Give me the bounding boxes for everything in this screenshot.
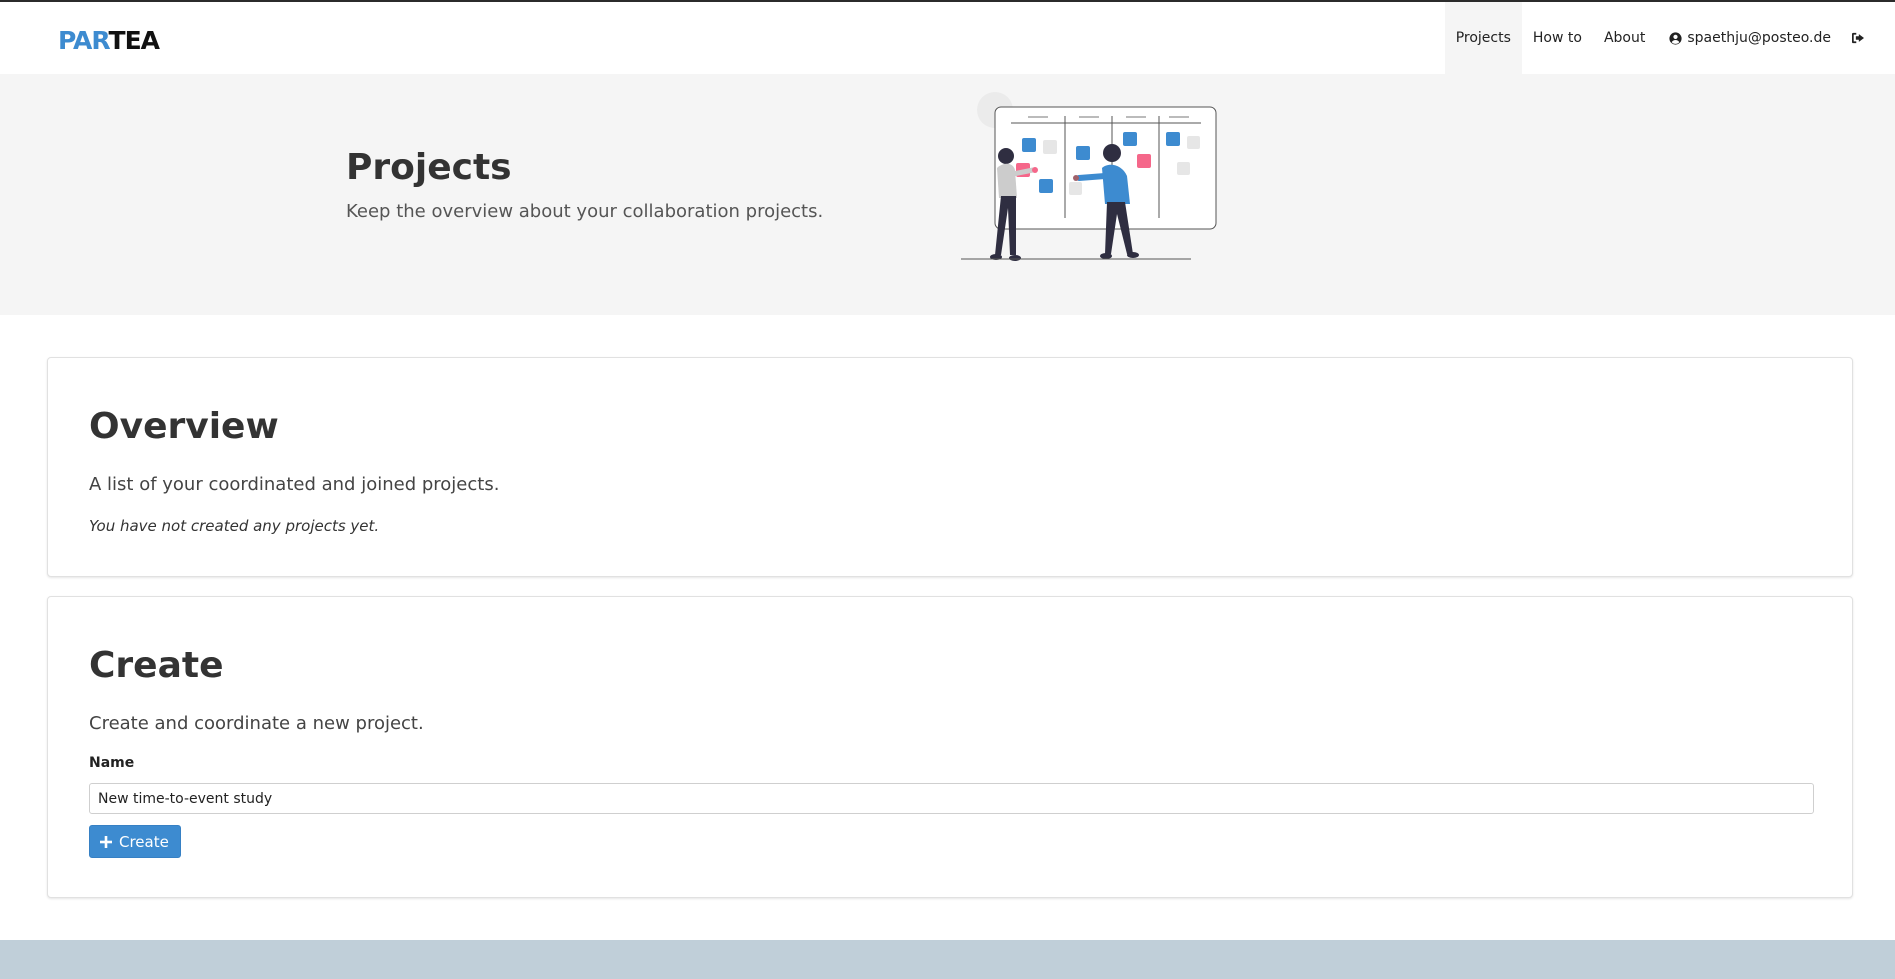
- user-circle-icon: [1669, 31, 1682, 45]
- create-button-label: Create: [119, 832, 169, 851]
- overview-lead: A list of your coordinated and joined pr…: [89, 474, 500, 495]
- project-name-label: Name: [89, 755, 135, 771]
- page-subtitle: Keep the overview about your collaborati…: [346, 201, 824, 222]
- plus-icon: [100, 835, 112, 848]
- nav-item-about[interactable]: About: [1593, 2, 1656, 74]
- sign-out-icon: [1852, 32, 1864, 44]
- empty-projects-note: You have not created any projects yet.: [89, 517, 380, 535]
- main-nav: Projects How to About spaethju@posteo.de: [1444, 2, 1895, 74]
- create-lead: Create and coordinate a new project.: [89, 713, 424, 734]
- nav-item-projects[interactable]: Projects: [1444, 2, 1522, 74]
- create-project-button[interactable]: Create: [89, 825, 181, 858]
- navbar: PARTEA Projects How to About spaethju@po…: [0, 2, 1895, 74]
- brand-part-1: PAR: [58, 26, 110, 55]
- create-title: Create: [89, 645, 224, 686]
- overview-card: Overview A list of your coordinated and …: [47, 357, 1853, 577]
- brand-part-2: TEA: [108, 26, 160, 55]
- nav-user-account[interactable]: spaethju@posteo.de: [1656, 2, 1843, 74]
- project-name-input[interactable]: [89, 783, 1814, 814]
- brand-logo[interactable]: PARTEA: [58, 26, 160, 56]
- kanban-board-illustration: [961, 92, 1217, 261]
- page-footer: [0, 940, 1895, 979]
- nav-item-how-to[interactable]: How to: [1522, 2, 1593, 74]
- create-card: Create Create and coordinate a new proje…: [47, 596, 1853, 898]
- page-title: Projects: [346, 147, 512, 188]
- hero-banner: Projects Keep the overview about your co…: [0, 74, 1895, 315]
- logout-button[interactable]: [1843, 2, 1895, 74]
- user-email: spaethju@posteo.de: [1687, 30, 1831, 46]
- overview-title: Overview: [89, 406, 279, 447]
